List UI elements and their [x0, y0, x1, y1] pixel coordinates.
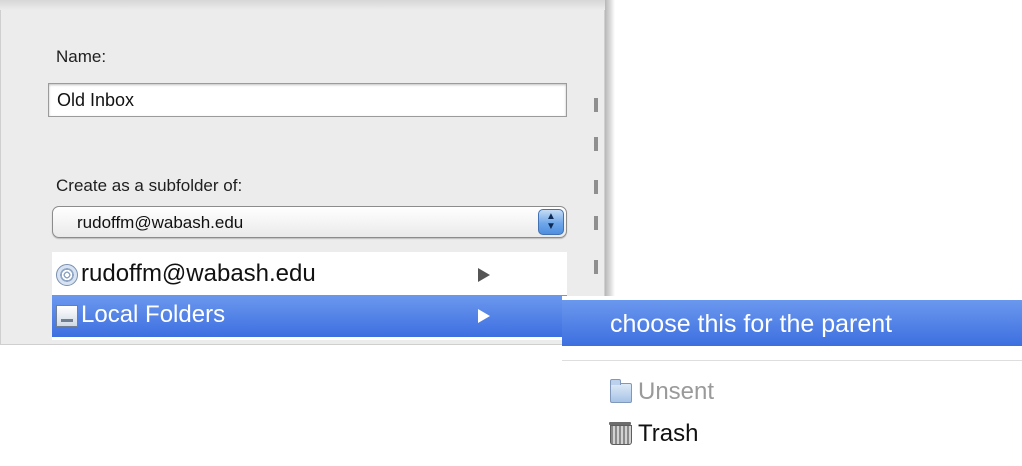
background-text-fragment — [594, 98, 598, 112]
parent-folder-popup-menu: rudoffm@wabash.edu Local Folders — [52, 252, 567, 340]
parent-folder-select[interactable]: rudoffm@wabash.edu ▲ ▼ — [52, 206, 567, 238]
name-label: Name: — [56, 47, 107, 66]
submenu-arrow-icon — [478, 309, 490, 323]
local-folders-submenu: choose this for the parent Unsent Trash — [562, 296, 1022, 466]
background-text-fragment — [594, 260, 598, 274]
dialog-top-edge — [0, 0, 605, 10]
menu-item-label: Local Folders — [81, 301, 226, 328]
menu-item-local-folders[interactable]: Local Folders — [52, 295, 567, 337]
menu-item-unsent: Unsent — [562, 374, 1022, 410]
menu-item-label: rudoffm@wabash.edu — [81, 260, 316, 287]
menu-item-label: Unsent — [638, 378, 715, 405]
select-stepper-icon[interactable]: ▲ ▼ — [538, 209, 564, 235]
menu-item-choose-parent[interactable]: choose this for the parent — [562, 300, 1022, 346]
background-text-fragment — [594, 216, 598, 230]
account-globe-icon — [56, 264, 78, 286]
menu-item-label: choose this for the parent — [610, 310, 893, 338]
menu-item-trash[interactable]: Trash — [562, 416, 1022, 452]
background-text-fragment — [594, 137, 598, 151]
submenu-arrow-icon — [478, 268, 490, 282]
window-edge — [605, 0, 615, 345]
menu-item-account[interactable]: rudoffm@wabash.edu — [52, 254, 567, 294]
menu-separator — [562, 360, 1022, 361]
menu-item-label: Trash — [638, 420, 699, 447]
background-text-fragment — [594, 180, 598, 194]
subfolder-label: Create as a subfolder of: — [56, 176, 243, 195]
local-folders-icon — [56, 305, 78, 327]
folder-icon — [610, 379, 632, 403]
trash-icon — [609, 422, 632, 445]
parent-folder-value: rudoffm@wabash.edu — [77, 213, 244, 232]
folder-name-input[interactable]: Old Inbox — [48, 83, 567, 117]
